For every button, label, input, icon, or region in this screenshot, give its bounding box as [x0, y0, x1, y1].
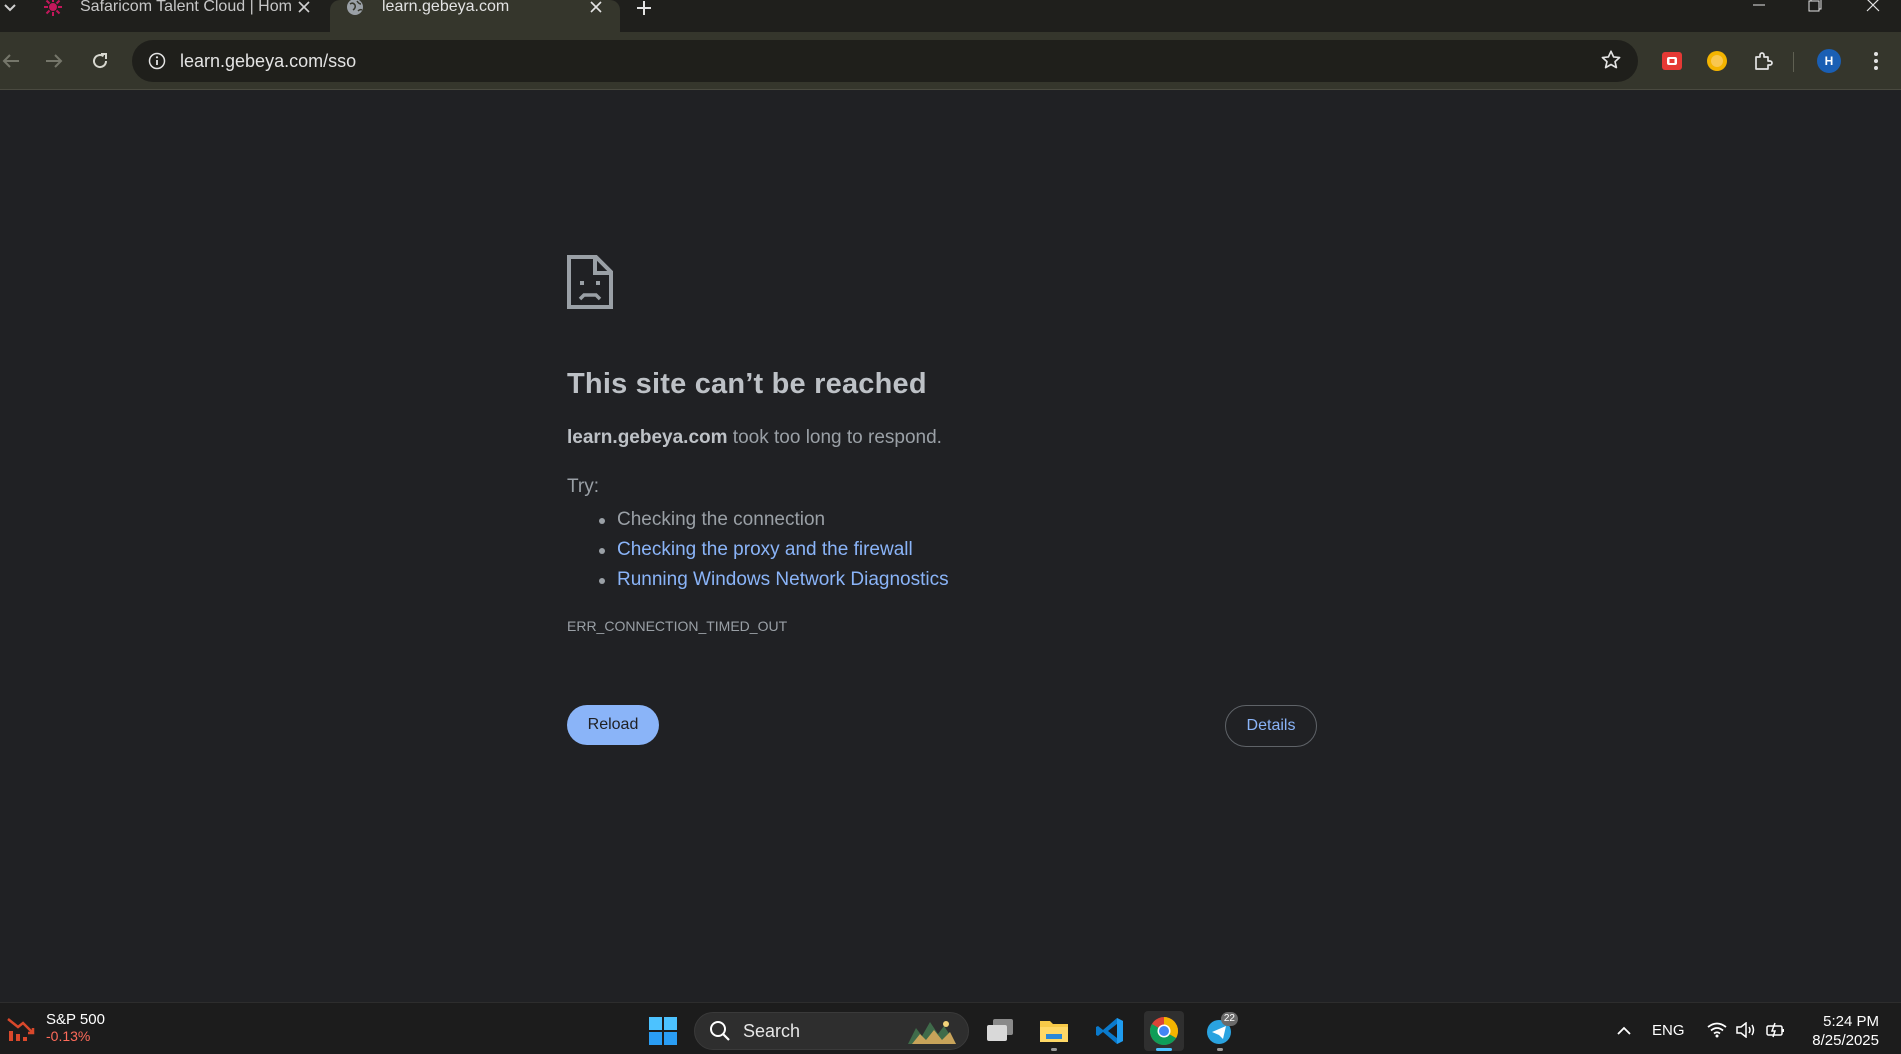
details-button[interactable]: Details	[1225, 705, 1317, 747]
toolbar-separator	[1793, 52, 1794, 72]
tab-safaricom[interactable]: Safaricom Talent Cloud | Home	[28, 0, 328, 32]
search-label: Search	[743, 1020, 801, 1041]
chevron-up-icon	[1617, 1026, 1631, 1035]
minimize-button[interactable]	[1736, 0, 1782, 16]
profile-avatar[interactable]: H	[1815, 47, 1843, 75]
vscode-button[interactable]	[1090, 1011, 1130, 1051]
clock-time: 5:24 PM	[1823, 1013, 1879, 1030]
error-description: learn.gebeya.com took too long to respon…	[567, 427, 942, 449]
error-page: This site can’t be reached learn.gebeya.…	[0, 91, 1901, 1002]
running-indicator	[1051, 1048, 1057, 1051]
telegram-button[interactable]: 22	[1200, 1011, 1240, 1051]
error-title: This site can’t be reached	[567, 368, 927, 400]
show-hidden-icons-button[interactable]	[1612, 1019, 1636, 1041]
bookmark-star-icon[interactable]	[1600, 49, 1624, 73]
stock-name: S&P 500	[46, 1011, 105, 1028]
reload-toolbar-button[interactable]	[83, 44, 117, 78]
arrow-left-icon	[2, 54, 19, 68]
chrome-icon	[1150, 1017, 1178, 1045]
arrow-right-icon	[46, 54, 63, 68]
search-highlight-icon	[908, 1021, 956, 1044]
volume-icon[interactable]	[1734, 1019, 1758, 1041]
extension-yellow-icon[interactable]	[1703, 47, 1731, 75]
clock[interactable]: 5:24 PM 8/25/2025	[1812, 1012, 1879, 1050]
task-view-icon	[987, 1019, 1013, 1041]
try-label: Try:	[567, 476, 600, 497]
restore-icon	[1808, 0, 1822, 12]
search-icon	[710, 1021, 730, 1041]
restore-button[interactable]	[1792, 0, 1838, 16]
close-tab-icon[interactable]	[584, 0, 608, 19]
windows-logo-icon	[649, 1017, 677, 1045]
suggestion-check-connection: Checking the connection	[599, 505, 949, 535]
folder-icon	[1040, 1021, 1068, 1042]
profile-initial: H	[1824, 54, 1834, 68]
clock-date: 8/25/2025	[1812, 1032, 1879, 1049]
stock-widget[interactable]: S&P 500 -0.13%	[6, 1011, 105, 1044]
extensions-puzzle-icon[interactable]	[1749, 47, 1777, 75]
suggestion-network-diagnostics-link[interactable]: Running Windows Network Diagnostics	[599, 565, 949, 595]
tab-search-button[interactable]	[0, 0, 20, 16]
windows-taskbar: S&P 500 -0.13% Search 22 ENG 5:24 PM 8/2…	[0, 1002, 1901, 1054]
minimize-icon	[1753, 4, 1765, 6]
file-explorer-button[interactable]	[1034, 1011, 1074, 1051]
error-host: learn.gebeya.com	[567, 427, 728, 448]
tab-title: Safaricom Talent Cloud | Home	[80, 0, 292, 15]
tab-strip: Safaricom Talent Cloud | Home learn.gebe…	[0, 0, 1901, 32]
suggestion-list: Checking the connection Checking the pro…	[599, 505, 949, 595]
taskbar-search[interactable]: Search	[694, 1012, 969, 1050]
suggestion-proxy-firewall-link[interactable]: Checking the proxy and the firewall	[599, 535, 949, 565]
reload-icon	[93, 53, 108, 69]
menu-kebab-icon[interactable]	[1862, 47, 1890, 75]
active-indicator	[1156, 1048, 1172, 1051]
telegram-badge: 22	[1220, 1012, 1238, 1026]
url-text[interactable]: learn.gebeya.com/sso	[180, 51, 356, 72]
language-indicator[interactable]: ENG	[1652, 1022, 1685, 1039]
site-info-icon[interactable]	[136, 40, 178, 82]
browser-toolbar: learn.gebeya.com/sso H	[0, 32, 1901, 90]
address-bar[interactable]: learn.gebeya.com/sso	[132, 40, 1638, 82]
new-tab-button[interactable]	[628, 0, 660, 20]
reload-button[interactable]: Reload	[567, 705, 659, 745]
task-view-button[interactable]	[980, 1011, 1020, 1051]
chrome-button[interactable]	[1144, 1011, 1184, 1051]
close-tab-icon[interactable]	[292, 0, 316, 19]
globe-icon	[344, 0, 366, 18]
chevron-down-icon	[4, 4, 16, 12]
safaricom-favicon-icon	[42, 0, 64, 18]
tab-title: learn.gebeya.com	[382, 0, 510, 15]
forward-button[interactable]	[37, 44, 71, 78]
error-code: ERR_CONNECTION_TIMED_OUT	[567, 618, 788, 634]
sad-document-icon	[567, 255, 613, 309]
running-indicator	[1217, 1048, 1223, 1051]
close-icon	[1866, 0, 1880, 12]
stock-chart-icon	[7, 1017, 35, 1041]
error-description-text: took too long to respond.	[727, 427, 942, 448]
extension-red-icon[interactable]	[1658, 47, 1686, 75]
close-window-button[interactable]	[1850, 0, 1896, 16]
tab-gebeya[interactable]: learn.gebeya.com	[330, 0, 620, 32]
plus-icon	[637, 1, 651, 15]
wifi-icon[interactable]	[1705, 1019, 1729, 1041]
stock-change: -0.13%	[46, 1028, 91, 1044]
start-button[interactable]	[643, 1011, 683, 1051]
battery-icon[interactable]	[1764, 1019, 1788, 1041]
vscode-icon	[1096, 1018, 1123, 1044]
back-button[interactable]	[0, 44, 28, 78]
